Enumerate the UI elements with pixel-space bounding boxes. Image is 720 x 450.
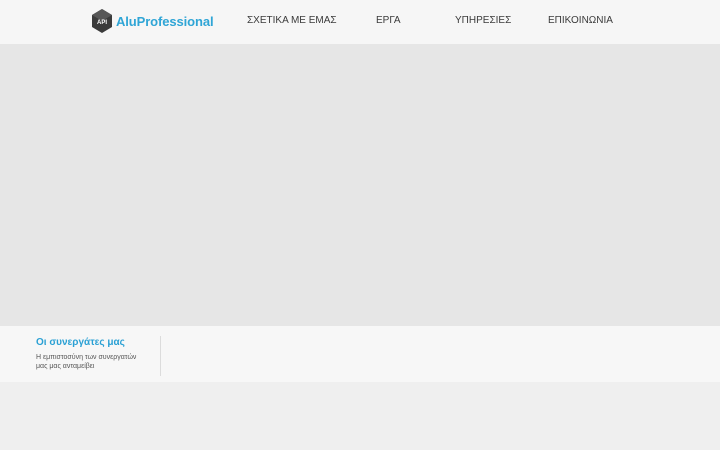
hero-banner xyxy=(0,44,720,326)
logo-hexagon-icon: API xyxy=(92,9,112,33)
logo-initials: API xyxy=(97,20,107,26)
partners-divider xyxy=(160,336,161,376)
nav-item-projects[interactable]: ΕΡΓΑ xyxy=(376,15,401,26)
nav-item-services[interactable]: ΥΠΗΡΕΣΙΕΣ xyxy=(455,15,511,26)
site-header: API AluProfessional ΣΧΕΤΙΚΑ ΜΕ ΕΜΑΣ ΕΡΓΑ… xyxy=(0,0,720,44)
nav-item-contact[interactable]: ΕΠΙΚΟΙΝΩΝΙΑ xyxy=(548,15,613,26)
brand-name: AluProfessional xyxy=(116,13,214,29)
nav-item-about[interactable]: ΣΧΕΤΙΚΑ ΜΕ ΕΜΑΣ xyxy=(247,15,337,26)
footer-area xyxy=(0,382,720,450)
partners-description: Η εμπιστοσύνη των συνεργατών μας μας αντ… xyxy=(36,354,137,370)
partners-section: Οι συνεργάτες μας Η εμπιστοσύνη των συνε… xyxy=(0,326,720,382)
partners-title: Οι συνεργάτες μας xyxy=(36,337,125,348)
brand-logo[interactable]: API AluProfessional xyxy=(91,9,214,33)
